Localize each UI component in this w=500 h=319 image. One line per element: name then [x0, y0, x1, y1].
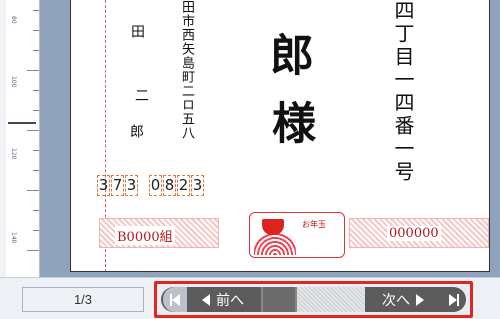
postal-digit: 3 — [97, 175, 110, 196]
last-page-arrow-icon — [448, 293, 457, 306]
honorific: 様 — [264, 100, 315, 144]
first-page-button[interactable] — [163, 287, 187, 312]
previous-arrow-icon — [202, 293, 210, 306]
postal-digit: 3 — [125, 175, 138, 196]
previous-page-button[interactable]: 前へ — [189, 287, 257, 312]
ruler-label: 120 — [10, 148, 17, 160]
postal-digit: 7 — [111, 175, 124, 196]
bottom-toolbar: 1/3 前へ 次へ — [0, 277, 500, 319]
postal-digit: 0 — [149, 175, 162, 196]
postal-code-upper: 3 7 3 — [97, 175, 138, 196]
sender-name-char: 郎 — [128, 124, 144, 138]
postcard-page: 四丁目一四番一号 田市西矢島町二ロ五八 田 二 郎 郎 様 3 7 3 0 8 … — [70, 0, 490, 272]
treasure-ship-emblem-icon: お年玉 — [249, 212, 345, 258]
page-slider-thumb[interactable] — [261, 287, 297, 312]
sender-name-char: 田 — [129, 24, 145, 38]
lottery-strip: B0000組 000000 お年玉 — [99, 212, 489, 260]
ruler-label: 80 — [10, 16, 17, 24]
lottery-number: 000000 — [387, 226, 441, 241]
next-page-button[interactable]: 次へ — [369, 287, 437, 312]
preview-area[interactable]: 四丁目一四番一号 田市西矢島町二ロ五八 田 二 郎 郎 様 3 7 3 0 8 … — [40, 0, 500, 277]
postal-code-lower: 0 8 2 3 — [149, 175, 204, 196]
next-page-label: 次へ — [382, 291, 410, 308]
last-page-button[interactable] — [441, 287, 466, 312]
postal-digit: 2 — [177, 175, 190, 196]
postal-digit: 3 — [191, 175, 204, 196]
navigation-highlight-frame: 前へ 次へ — [154, 281, 473, 318]
lottery-group-code: B0000組 — [115, 226, 175, 245]
recipient-name: 郎 — [262, 32, 313, 76]
next-arrow-icon — [416, 293, 424, 306]
page-navigation-bar: 前へ 次へ — [161, 287, 466, 312]
address-line-1: 四丁目一四番一号 — [391, 0, 415, 184]
emblem-label: お年玉 — [302, 220, 326, 229]
sender-name-char: 二 — [133, 88, 149, 102]
postal-digit: 8 — [163, 175, 176, 196]
address-line-2: 田市西矢島町二ロ五八 — [179, 0, 194, 140]
last-page-bar-icon — [456, 293, 459, 306]
ruler-label: 140 — [10, 232, 17, 244]
ruler-position-marker — [8, 122, 36, 124]
vertical-ruler: 80 100 120 140 — [6, 0, 40, 277]
ruler-label: 100 — [10, 76, 17, 88]
print-preview-window: 80 100 120 140 四丁目一四番一号 田市西矢島町二ロ五八 田 二 郎… — [0, 0, 500, 319]
first-page-arrow-icon — [172, 293, 180, 306]
previous-page-label: 前へ — [216, 291, 244, 308]
page-indicator: 1/3 — [22, 287, 144, 312]
